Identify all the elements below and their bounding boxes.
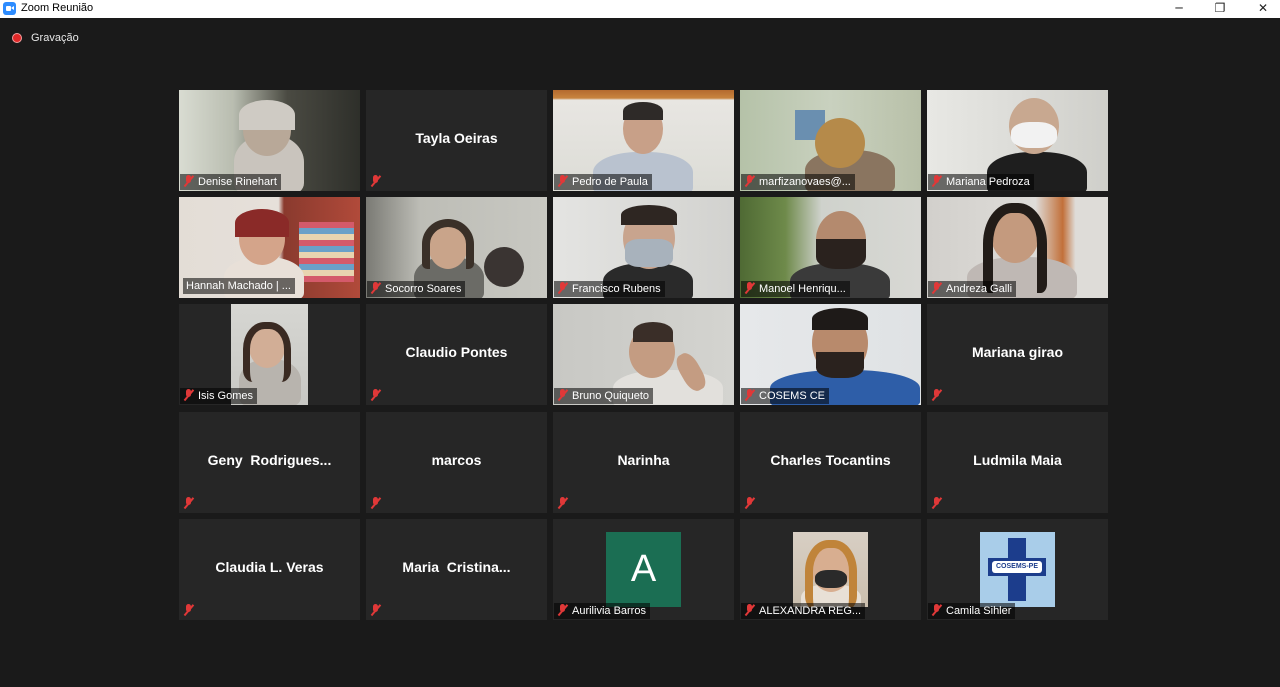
gallery-grid: Denise Rinehart Tayla Oeiras Pedro de Pa… [179, 90, 1108, 621]
participant-name-label: marfizanovaes@... [741, 174, 855, 190]
participant-name-label [367, 496, 389, 512]
muted-mic-icon [183, 604, 194, 616]
muted-mic-icon [557, 175, 568, 187]
participant-name-label: COSEMS CE [741, 388, 830, 404]
muted-mic-icon [557, 497, 568, 509]
participant-name-label: Isis Gomes [180, 388, 258, 404]
participant-name-label: Pedro de Paula [554, 174, 652, 190]
muted-mic-icon [931, 389, 942, 401]
avatar-letter: A [606, 532, 681, 607]
muted-mic-icon [370, 175, 381, 187]
avatar [793, 532, 868, 607]
close-button[interactable]: ✕ [1240, 0, 1280, 18]
participant-name-label [367, 388, 389, 404]
participant-tile[interactable]: Claudia L. Veras [179, 519, 360, 620]
participant-tile[interactable]: Maria Cristina... [366, 519, 547, 620]
muted-mic-icon [931, 497, 942, 509]
participant-name-label: Camila Sihler [928, 603, 1016, 619]
record-icon [12, 33, 22, 43]
participant-name-label [180, 496, 202, 512]
recording-label: Gravação [31, 32, 79, 44]
participant-display-name: Narinha [617, 452, 670, 468]
participant-tile[interactable]: Bruno Quiqueto [553, 304, 734, 405]
muted-mic-icon [183, 497, 194, 509]
participant-tile[interactable]: Andreza Galli [927, 197, 1108, 298]
participant-display-name: marcos [431, 452, 482, 468]
participant-tile[interactable]: Narinha [553, 412, 734, 513]
restore-button[interactable]: ❐ [1197, 0, 1243, 18]
participant-name-label: ALEXANDRA REG... [741, 603, 866, 619]
muted-mic-icon [557, 282, 568, 294]
participant-display-name: Ludmila Maia [973, 452, 1062, 468]
muted-mic-icon [370, 389, 381, 401]
muted-mic-icon [931, 604, 942, 616]
logo-text: COSEMS-PE [995, 563, 1038, 570]
participant-tile[interactable]: ALEXANDRA REG... [740, 519, 921, 620]
participant-tile[interactable]: Socorro Soares [366, 197, 547, 298]
participant-name-label: Mariana Pedroza [928, 174, 1034, 190]
participant-tile[interactable]: Claudio Pontes [366, 304, 547, 405]
participant-tile[interactable]: COSEMS-PE Camila Sihler [927, 519, 1108, 620]
participant-tile[interactable]: Francisco Rubens [553, 197, 734, 298]
muted-mic-icon [744, 604, 755, 616]
participant-display-name: Maria Cristina... [402, 559, 511, 575]
participant-name-label [928, 496, 950, 512]
minimize-button[interactable]: ─ [1156, 0, 1202, 18]
muted-mic-icon [557, 389, 568, 401]
participant-tile[interactable]: marfizanovaes@... [740, 90, 921, 191]
participant-tile[interactable]: Mariana girao [927, 304, 1108, 405]
participant-tile[interactable]: Charles Tocantins [740, 412, 921, 513]
participant-display-name: Tayla Oeiras [415, 130, 498, 146]
participant-name-label [180, 603, 202, 619]
muted-mic-icon [183, 389, 194, 401]
participant-name-label: Denise Rinehart [180, 174, 281, 190]
participant-display-name: Claudio Pontes [405, 344, 508, 360]
window-title: Zoom Reunião [21, 2, 94, 14]
muted-mic-icon [370, 282, 381, 294]
muted-mic-icon [931, 282, 942, 294]
participant-display-name: Claudia L. Veras [215, 559, 324, 575]
muted-mic-icon [744, 175, 755, 187]
participant-name-label: Socorro Soares [367, 281, 466, 297]
participant-tile[interactable]: Manoel Henriqu... [740, 197, 921, 298]
participant-tile-active-speaker[interactable]: Hannah Machado | ... [179, 197, 360, 298]
participant-name-label: Andreza Galli [928, 281, 1017, 297]
participant-name-label: Manoel Henriqu... [741, 281, 850, 297]
participant-display-name: Mariana girao [971, 344, 1064, 360]
participant-name-label: Francisco Rubens [554, 281, 665, 297]
participant-tile[interactable]: Ludmila Maia [927, 412, 1108, 513]
window-titlebar: Zoom Reunião ─ ❐ ✕ [0, 0, 1280, 18]
participant-display-name: Geny Rodrigues... [207, 452, 332, 468]
muted-mic-icon [744, 389, 755, 401]
participant-name-label [367, 603, 389, 619]
participant-name-label [741, 496, 763, 512]
participant-tile[interactable]: Pedro de Paula [553, 90, 734, 191]
participant-name-label [928, 388, 950, 404]
participant-tile[interactable]: Tayla Oeiras [366, 90, 547, 191]
participant-tile[interactable]: marcos [366, 412, 547, 513]
participant-name-label [367, 174, 389, 190]
muted-mic-icon [744, 282, 755, 294]
participant-name-label: Aurilivia Barros [554, 603, 650, 619]
participant-name-label: Hannah Machado | ... [183, 278, 295, 294]
participant-tile[interactable]: Geny Rodrigues... [179, 412, 360, 513]
muted-mic-icon [183, 175, 194, 187]
participant-tile[interactable]: Mariana Pedroza [927, 90, 1108, 191]
muted-mic-icon [931, 175, 942, 187]
participant-tile[interactable]: Isis Gomes [179, 304, 360, 405]
muted-mic-icon [557, 604, 568, 616]
participant-name-label: Bruno Quiqueto [554, 388, 654, 404]
muted-mic-icon [370, 604, 381, 616]
participant-display-name: Charles Tocantins [770, 452, 891, 468]
muted-mic-icon [370, 497, 381, 509]
zoom-app-icon [3, 2, 16, 15]
cosems-pe-logo: COSEMS-PE [980, 532, 1055, 607]
participant-tile[interactable]: A Aurilivia Barros [553, 519, 734, 620]
muted-mic-icon [744, 497, 755, 509]
participant-tile[interactable]: COSEMS CE [740, 304, 921, 405]
participant-tile[interactable]: Denise Rinehart [179, 90, 360, 191]
participant-name-label [554, 496, 576, 512]
